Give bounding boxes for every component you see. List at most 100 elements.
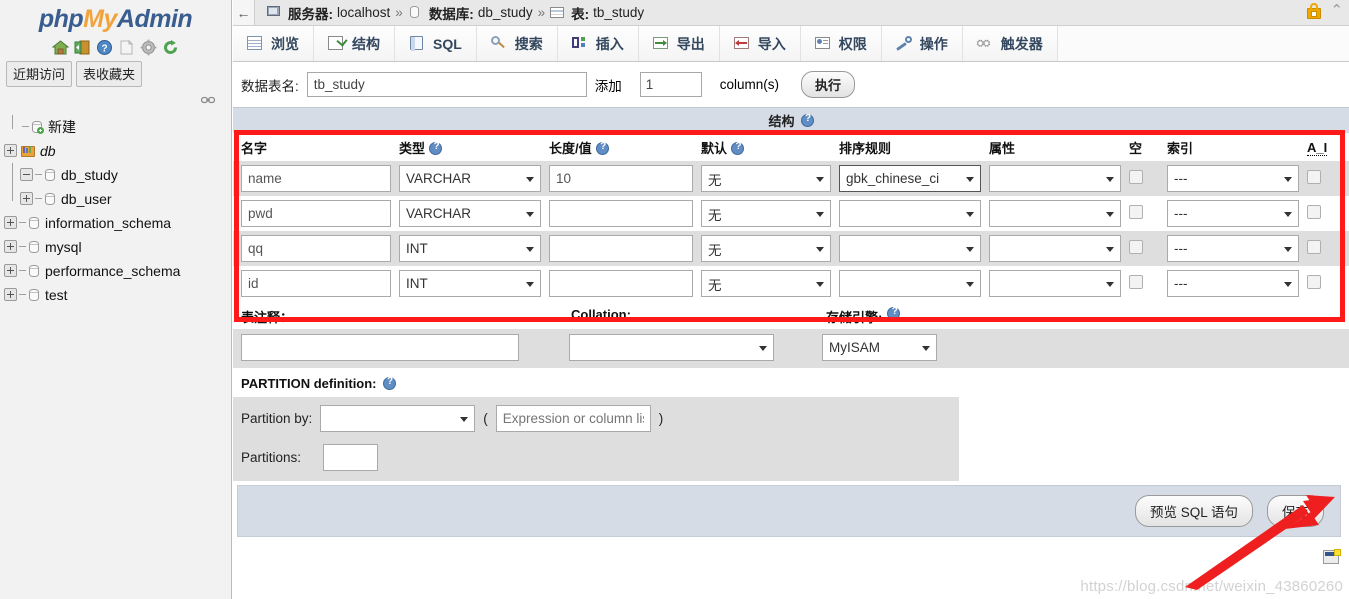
column-collation-select[interactable]: gbk_chinese_ci <box>839 165 981 192</box>
expand-toggle-icon[interactable] <box>4 144 17 157</box>
tab-export[interactable]: 导出 <box>638 26 720 61</box>
sidebar-tab-recent[interactable]: 近期访问 <box>6 60 73 87</box>
tree-item-mysql[interactable]: mysql <box>4 235 231 259</box>
collapse-toggle-icon[interactable] <box>20 168 33 181</box>
col-header-name-label: 名字 <box>241 141 268 156</box>
column-type-select[interactable]: VARCHAR <box>399 165 541 192</box>
partitions-row: Partitions: <box>241 444 959 471</box>
breadcrumb-db-value[interactable]: db_study <box>478 5 533 20</box>
column-default-select[interactable]: 无 <box>701 235 831 262</box>
column-length-input[interactable] <box>549 235 693 262</box>
column-ai-checkbox[interactable] <box>1307 275 1321 289</box>
partition-expression-input[interactable] <box>495 405 651 432</box>
tab-structure[interactable]: 结构 <box>314 26 395 61</box>
column-index-select[interactable]: --- <box>1167 200 1299 227</box>
tab-sql[interactable]: SQL <box>395 26 477 61</box>
column-null-checkbox[interactable] <box>1129 240 1143 254</box>
tree-item-performance-schema[interactable]: performance_schema <box>4 259 231 283</box>
chain-link-icon[interactable] <box>200 93 216 108</box>
column-null-checkbox[interactable] <box>1129 205 1143 219</box>
lock-icon[interactable] <box>1306 3 1322 19</box>
add-columns-input[interactable] <box>639 72 702 97</box>
column-length-input[interactable] <box>549 270 693 297</box>
breadcrumb-table-value[interactable]: tb_study <box>593 5 644 20</box>
column-ai-checkbox[interactable] <box>1307 170 1321 184</box>
tree-item-new[interactable]: 新建 <box>4 114 231 139</box>
tab-operations[interactable]: 操作 <box>881 26 963 61</box>
column-default-select[interactable]: 无 <box>701 165 831 192</box>
table-collation-select[interactable] <box>569 334 774 361</box>
tab-triggers[interactable]: ⛭⛭ 触发器 <box>962 26 1058 61</box>
help-icon[interactable] <box>429 141 443 155</box>
tree-item-db-study[interactable]: db_study <box>4 162 231 187</box>
help-icon[interactable] <box>731 141 745 155</box>
phpmyadmin-logo[interactable]: phpMyAdmin <box>0 0 231 36</box>
col-header-null-label: 空 <box>1129 141 1143 156</box>
partitions-count-input[interactable] <box>323 444 379 471</box>
column-name-input[interactable] <box>241 235 391 262</box>
column-attributes-select[interactable] <box>989 235 1121 262</box>
column-null-checkbox[interactable] <box>1129 275 1143 289</box>
tab-label: 搜索 <box>514 35 543 52</box>
column-name-input[interactable] <box>241 165 391 192</box>
column-type-select[interactable]: INT <box>399 235 541 262</box>
cell-index: --- <box>1159 231 1299 266</box>
tab-browse[interactable]: 浏览 <box>233 26 314 61</box>
help-icon[interactable] <box>887 306 901 320</box>
column-collation-select[interactable] <box>839 235 981 262</box>
table-comment-input[interactable] <box>241 334 519 361</box>
column-default-select[interactable]: 无 <box>701 270 831 297</box>
column-index-select[interactable]: --- <box>1167 270 1299 297</box>
tree-item-label: db_study <box>61 166 118 183</box>
logout-icon[interactable] <box>74 39 91 56</box>
help-icon[interactable] <box>595 141 610 155</box>
help-icon[interactable] <box>800 113 815 127</box>
docs-icon[interactable] <box>118 39 135 56</box>
expand-toggle-icon[interactable] <box>4 288 17 301</box>
column-index-select[interactable]: --- <box>1167 235 1299 262</box>
settings-icon[interactable] <box>140 39 157 56</box>
column-attributes-select[interactable] <box>989 200 1121 227</box>
expand-toggle-icon[interactable] <box>4 216 17 229</box>
column-attributes-select[interactable] <box>989 165 1121 192</box>
tab-import[interactable]: 导入 <box>719 26 801 61</box>
column-index-select[interactable]: --- <box>1167 165 1299 192</box>
help-icon[interactable] <box>382 376 397 390</box>
storage-engine-select[interactable]: MyISAM <box>822 334 937 361</box>
help-icon[interactable]: ? <box>96 39 113 56</box>
column-length-input[interactable] <box>549 165 693 192</box>
tree-item-test[interactable]: test <box>4 283 231 307</box>
tree-item-information-schema[interactable]: information_schema <box>4 211 231 235</box>
reload-icon[interactable] <box>162 39 179 56</box>
back-button[interactable]: ← <box>233 0 255 25</box>
sidebar-tab-favorites[interactable]: 表收藏夹 <box>76 60 143 87</box>
column-attributes-select[interactable] <box>989 270 1121 297</box>
tree-item-db-user[interactable]: db_user <box>4 186 231 211</box>
tree-item-db-group[interactable]: db <box>4 139 231 163</box>
tab-privileges[interactable]: 权限 <box>800 26 882 61</box>
breadcrumb-server-value[interactable]: localhost <box>337 5 390 20</box>
column-type-select[interactable]: VARCHAR <box>399 200 541 227</box>
column-name-input[interactable] <box>241 200 391 227</box>
home-icon[interactable] <box>51 39 70 56</box>
table-name-input[interactable] <box>306 72 587 97</box>
column-collation-select[interactable] <box>839 270 981 297</box>
tab-insert[interactable]: 插入 <box>557 26 639 61</box>
tab-label: 操作 <box>919 35 948 52</box>
column-length-input[interactable] <box>549 200 693 227</box>
column-ai-checkbox[interactable] <box>1307 240 1321 254</box>
column-default-select[interactable]: 无 <box>701 200 831 227</box>
column-type-select[interactable]: INT <box>399 270 541 297</box>
column-null-checkbox[interactable] <box>1129 170 1143 184</box>
expand-toggle-icon[interactable] <box>4 240 17 253</box>
go-button[interactable]: 执行 <box>801 71 856 98</box>
expand-toggle-icon[interactable] <box>4 264 17 277</box>
column-ai-checkbox[interactable] <box>1307 205 1321 219</box>
column-collation-select[interactable] <box>839 200 981 227</box>
partition-by-select[interactable] <box>320 405 476 432</box>
tab-search[interactable]: 搜索 <box>476 26 558 61</box>
collapse-icon[interactable]: ⌃ <box>1330 3 1343 18</box>
column-default-value: 无 <box>708 172 722 188</box>
expand-toggle-icon[interactable] <box>20 192 33 205</box>
column-name-input[interactable] <box>241 270 391 297</box>
